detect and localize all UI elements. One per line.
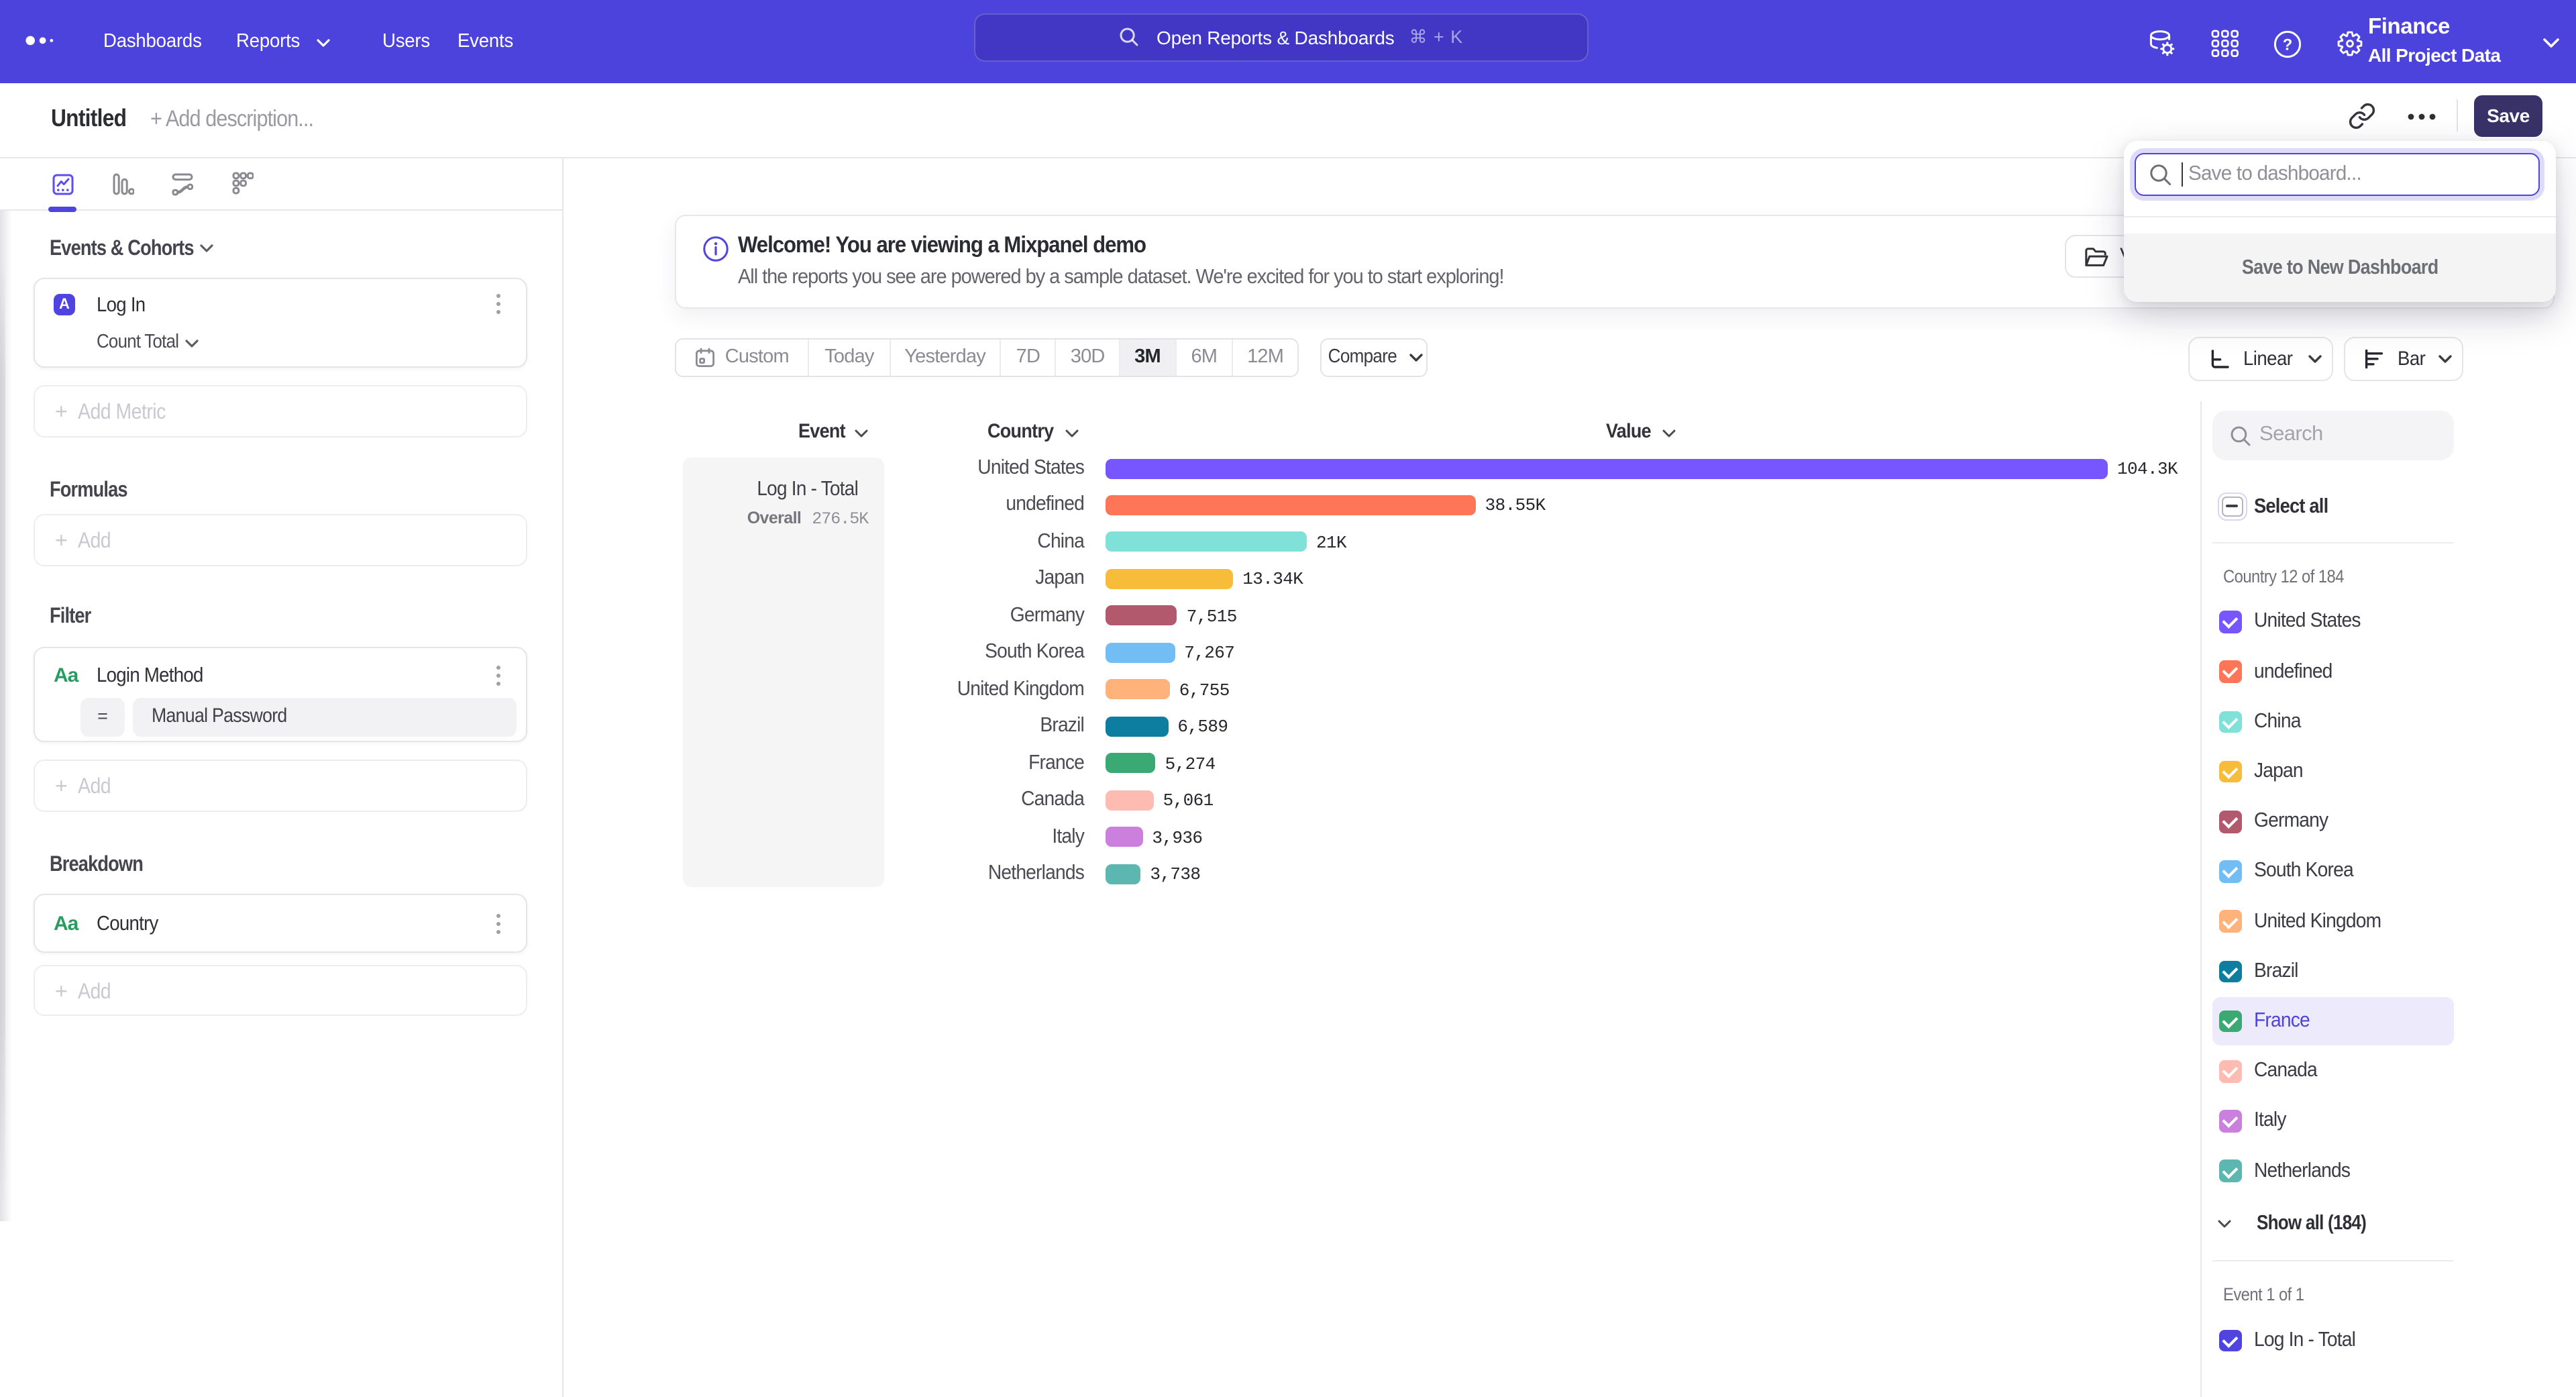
svg-text:?: ? xyxy=(2283,36,2293,54)
